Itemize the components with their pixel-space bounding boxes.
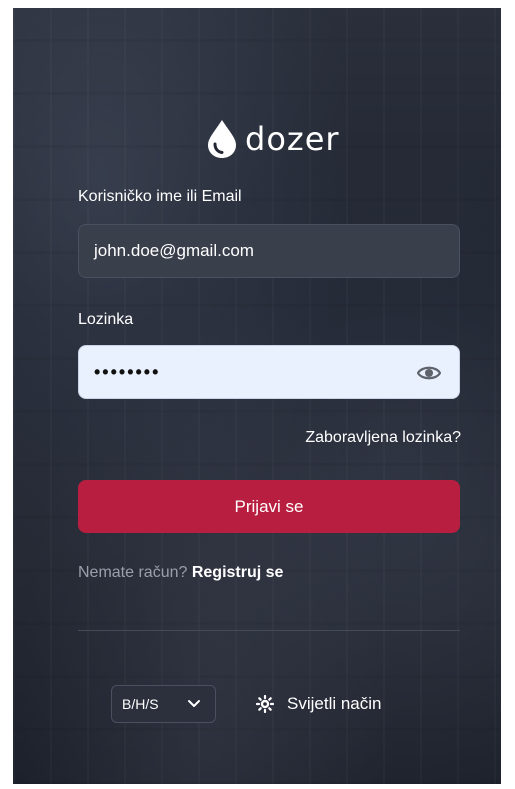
theme-toggle-button[interactable]: Svijetli način [256, 692, 382, 716]
sun-icon [256, 695, 274, 713]
no-account-text: Nemate račun? [78, 564, 188, 581]
register-link[interactable]: Registruj se [192, 564, 284, 581]
brand-name: dozer [245, 120, 340, 158]
brand-logo: dozer [205, 116, 340, 162]
login-panel: dozer Korisničko ime ili Email john.doe@… [13, 8, 501, 784]
password-value: •••••••• [94, 361, 161, 382]
forgot-password-link[interactable]: Zaboravljena lozinka? [305, 429, 461, 447]
water-drop-icon [208, 120, 236, 158]
chevron-down-icon [188, 700, 200, 707]
username-input[interactable]: john.doe@gmail.com [78, 224, 460, 278]
theme-label: Svijetli način [287, 694, 382, 713]
username-label: Korisničko ime ili Email [78, 188, 242, 205]
password-label: Lozinka [78, 311, 134, 328]
language-select[interactable]: B/H/S [111, 685, 216, 723]
divider [78, 630, 460, 631]
language-value: B/H/S [122, 696, 159, 712]
username-value: john.doe@gmail.com [94, 241, 254, 260]
eye-icon[interactable] [417, 362, 441, 384]
login-button[interactable]: Prijavi se [78, 480, 460, 533]
register-prompt: Nemate račun? Registruj se [78, 564, 283, 582]
password-input[interactable]: •••••••• [78, 345, 460, 399]
